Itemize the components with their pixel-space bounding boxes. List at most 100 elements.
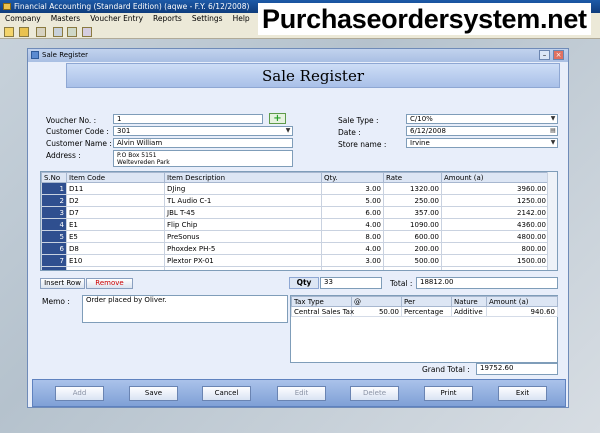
save-button[interactable]: Save xyxy=(129,386,178,401)
calendar-dropdown-icon[interactable]: ▤ xyxy=(549,127,557,135)
col-tax-amount[interactable]: Amount (a) xyxy=(486,296,558,307)
address-line-1: P.O Box 5151 xyxy=(117,152,157,159)
total-field: 18812.00 xyxy=(416,277,558,289)
col-item-code[interactable]: Item Code xyxy=(66,172,165,183)
empty-cell xyxy=(41,266,67,270)
report-icon[interactable] xyxy=(53,27,63,37)
sno-cell: 2 xyxy=(41,194,67,207)
print-button[interactable]: Print xyxy=(424,386,473,401)
add-voucher-icon[interactable]: + xyxy=(269,113,286,124)
menu-settings[interactable]: Settings xyxy=(187,13,228,25)
items-grid[interactable]: S.No Item Code Item Description Qty. Rat… xyxy=(40,171,558,271)
chevron-down-icon[interactable]: ▼ xyxy=(549,139,557,147)
customer-code-select[interactable]: 301 ▼ xyxy=(113,126,293,136)
item-description-cell: PreSonus xyxy=(164,230,322,243)
form-window-title: Sale Register xyxy=(42,51,89,59)
empty-cell xyxy=(164,266,322,270)
col-item-description[interactable]: Item Description xyxy=(164,172,322,183)
open-icon[interactable] xyxy=(19,27,29,37)
amount-cell: 1500.00 xyxy=(441,254,549,267)
item-code-cell: D8 xyxy=(66,242,165,255)
store-name-value: Irvine xyxy=(410,139,430,147)
sno-cell: 4 xyxy=(41,218,67,231)
grand-total-label: Grand Total : xyxy=(422,365,470,374)
col-qty[interactable]: Qty. xyxy=(321,172,384,183)
folder-icon[interactable] xyxy=(4,27,14,37)
help-icon[interactable] xyxy=(82,27,92,37)
item-description-cell: JBL T-45 xyxy=(164,206,322,219)
menu-masters[interactable]: Masters xyxy=(46,13,86,25)
settings-icon[interactable] xyxy=(67,27,77,37)
item-code-cell: E5 xyxy=(66,230,165,243)
qty-cell: 3.00 xyxy=(321,254,384,267)
cancel-button[interactable]: Cancel xyxy=(202,386,251,401)
qty-cell: 5.00 xyxy=(321,194,384,207)
sno-cell: 7 xyxy=(41,254,67,267)
table-row[interactable]: 1 D11 DJing 3.00 1320.00 3960.00 xyxy=(41,182,549,195)
rate-cell: 357.00 xyxy=(383,206,442,219)
sale-type-select[interactable]: C/10% ▼ xyxy=(406,114,558,124)
edit-button[interactable]: Edit xyxy=(277,386,326,401)
item-code-cell: D7 xyxy=(66,206,165,219)
voucher-no-input[interactable]: 1 xyxy=(113,114,263,124)
item-code-cell: E1 xyxy=(66,218,165,231)
chevron-down-icon[interactable]: ▼ xyxy=(549,115,557,123)
col-per[interactable]: Per xyxy=(401,296,452,307)
table-row[interactable]: 3 D7 JBL T-45 6.00 357.00 2142.00 xyxy=(41,206,549,219)
empty-cell xyxy=(383,266,442,270)
table-row[interactable]: 4 E1 Flip Chip 4.00 1090.00 4360.00 xyxy=(41,218,549,231)
customer-name-input[interactable]: Alvin William xyxy=(113,138,293,148)
calendar-icon[interactable] xyxy=(36,27,46,37)
menu-voucher-entry[interactable]: Voucher Entry xyxy=(85,13,148,25)
qty-label: Qty xyxy=(289,277,319,289)
address-textarea[interactable]: P.O Box 5151 Weltevreden Park xyxy=(113,150,293,167)
grid-scrollbar[interactable] xyxy=(547,172,557,270)
col-at[interactable]: @ xyxy=(351,296,402,307)
date-value: 6/12/2008 xyxy=(410,127,446,135)
item-description-cell: Flip Chip xyxy=(164,218,322,231)
qty-cell: 3.00 xyxy=(321,182,384,195)
table-row[interactable]: 7 E10 Plextor PX-01 3.00 500.00 1500.00 xyxy=(41,254,549,267)
close-button[interactable]: × xyxy=(553,50,564,60)
rate-cell: 250.00 xyxy=(383,194,442,207)
minimize-button[interactable]: – xyxy=(539,50,550,60)
grand-total-field: 19752.60 xyxy=(476,363,558,375)
col-nature[interactable]: Nature xyxy=(451,296,487,307)
date-picker[interactable]: 6/12/2008 ▤ xyxy=(406,126,558,136)
tax-per-cell: Percentage xyxy=(401,306,452,317)
qty-cell: 8.00 xyxy=(321,230,384,243)
item-description-cell: TL Audio C-1 xyxy=(164,194,322,207)
memo-textarea[interactable]: Order placed by Oliver. xyxy=(82,295,288,323)
menu-reports[interactable]: Reports xyxy=(148,13,187,25)
sale-register-window: Sale Register – × Sale Register Voucher … xyxy=(27,48,569,408)
item-code-cell: D2 xyxy=(66,194,165,207)
tax-row[interactable]: Central Sales Tax 50.00 Percentage Addit… xyxy=(291,306,558,317)
item-description-cell: Plextor PX-01 xyxy=(164,254,322,267)
col-tax-type[interactable]: Tax Type xyxy=(291,296,352,307)
table-row-empty[interactable] xyxy=(41,266,549,270)
chevron-down-icon[interactable]: ▼ xyxy=(284,127,292,135)
menu-help[interactable]: Help xyxy=(228,13,255,25)
watermark-banner: Purchaseordersystem.net xyxy=(258,3,591,35)
qty-total-field: 33 xyxy=(320,277,382,289)
remove-button[interactable]: Remove xyxy=(86,278,133,289)
insert-row-button[interactable]: Insert Row xyxy=(40,278,85,289)
voucher-no-label: Voucher No. : xyxy=(46,116,97,125)
table-row[interactable]: 5 E5 PreSonus 8.00 600.00 4800.00 xyxy=(41,230,549,243)
table-row[interactable]: 2 D2 TL Audio C-1 5.00 250.00 1250.00 xyxy=(41,194,549,207)
table-row[interactable]: 6 D8 Phoxdex PH-5 4.00 200.00 800.00 xyxy=(41,242,549,255)
item-description-cell: DJing xyxy=(164,182,322,195)
store-name-select[interactable]: Irvine ▼ xyxy=(406,138,558,148)
tax-table: Tax Type @ Per Nature Amount (a) Central… xyxy=(291,296,558,317)
col-rate[interactable]: Rate xyxy=(383,172,442,183)
tax-grid[interactable]: Tax Type @ Per Nature Amount (a) Central… xyxy=(290,295,558,363)
add-button[interactable]: Add xyxy=(55,386,104,401)
menu-company[interactable]: Company xyxy=(0,13,46,25)
exit-button[interactable]: Exit xyxy=(498,386,547,401)
delete-button[interactable]: Delete xyxy=(350,386,399,401)
sno-cell: 6 xyxy=(41,242,67,255)
tax-at-cell: 50.00 xyxy=(351,306,402,317)
col-amount[interactable]: Amount (a) xyxy=(441,172,549,183)
address-label: Address : xyxy=(46,151,81,160)
col-sno[interactable]: S.No xyxy=(41,172,67,183)
